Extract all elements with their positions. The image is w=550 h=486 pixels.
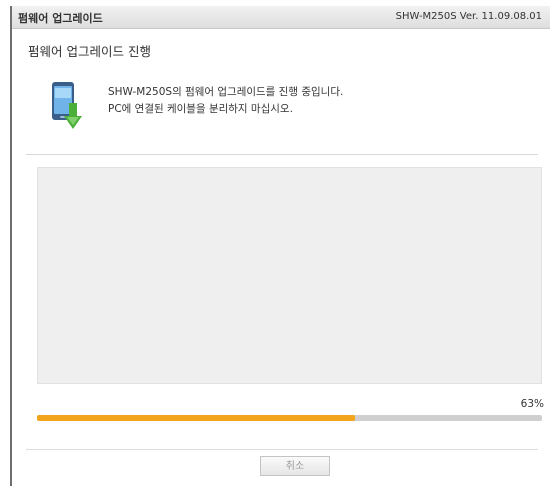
cancel-button[interactable]: 취소 <box>260 456 330 476</box>
progress-percent: 63% <box>520 398 544 410</box>
progress-bar <box>37 415 542 421</box>
message-line: PC에 연결된 케이블을 분리하지 마십시오. <box>108 103 293 115</box>
screen: 펌웨어 업그레이드 SHW-M250S Ver. 11.09.08.01 펌웨어… <box>0 0 550 486</box>
status-message: SHW-M250S의 펌웨어 업그레이드를 진행 중입니다. PC에 연결된 케… <box>108 84 343 118</box>
window-title: 펌웨어 업그레이드 <box>18 12 103 25</box>
divider <box>26 449 538 450</box>
log-area <box>37 167 542 384</box>
message-line: SHW-M250S의 펌웨어 업그레이드를 진행 중입니다. <box>108 86 344 98</box>
firmware-upgrade-window: 펌웨어 업그레이드 SHW-M250S Ver. 11.09.08.01 펌웨어… <box>10 6 550 486</box>
window-titlebar: 펌웨어 업그레이드 SHW-M250S Ver. 11.09.08.01 <box>12 6 550 29</box>
progress-fill <box>37 415 356 421</box>
phone-download-icon <box>52 82 82 129</box>
version-info: SHW-M250S Ver. 11.09.08.01 <box>395 11 542 22</box>
page-title: 펌웨어 업그레이드 진행 <box>28 44 151 59</box>
content-panel: 펌웨어 업그레이드 진행 SHW-M250S의 펌웨어 업그레이드를 진행 중입… <box>12 29 550 486</box>
divider <box>26 154 538 155</box>
